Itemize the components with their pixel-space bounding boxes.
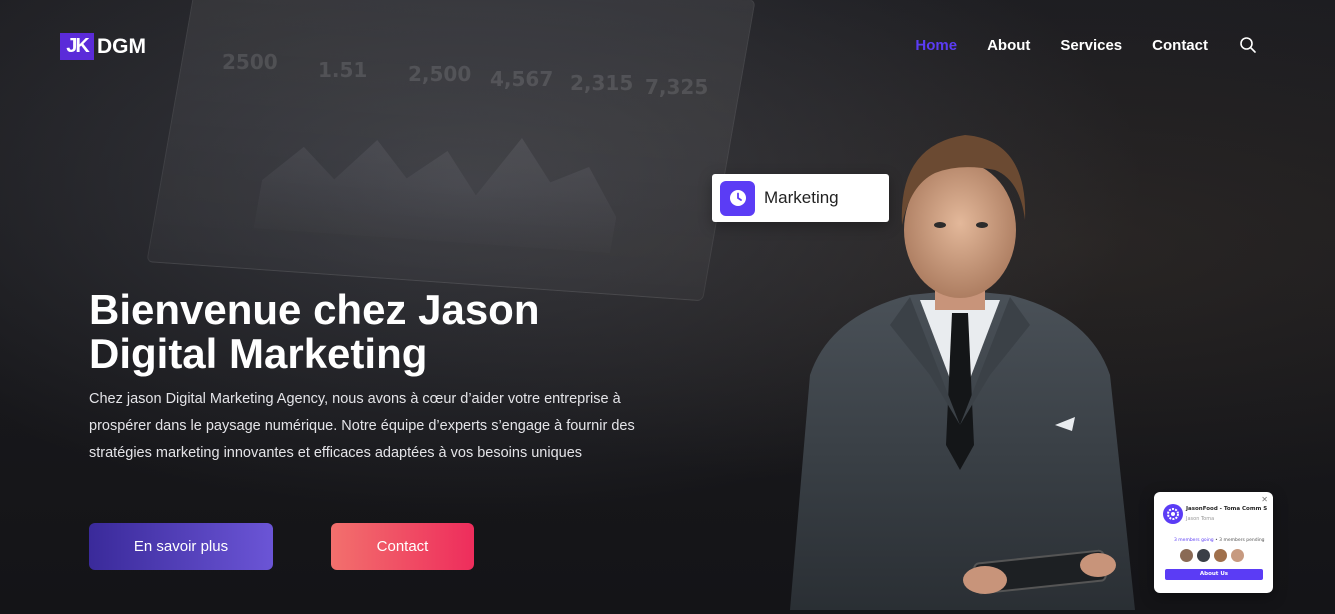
hero-title: Bienvenue chez Jason Digital Marketing (89, 286, 540, 377)
main-nav: Home About Services Contact (915, 36, 1257, 54)
contact-button[interactable]: Contact (331, 523, 474, 570)
card-sub: Jason Toma (1186, 516, 1215, 522)
badge-label: Marketing (764, 188, 839, 207)
nav-contact[interactable]: Contact (1152, 37, 1208, 54)
clock-icon (720, 180, 755, 216)
bg-stat: 4,567 (490, 67, 554, 91)
card-status-pending: • 3 members pending (1213, 538, 1265, 543)
dashboard-chart-shape (254, 108, 631, 253)
nav-services[interactable]: Services (1060, 37, 1122, 54)
avatar (1214, 549, 1227, 562)
brand-logo[interactable]: JK DGM (60, 33, 146, 60)
bg-stat: 2500 (222, 50, 278, 74)
bg-stat: 1.51 (318, 58, 368, 82)
search-icon[interactable] (1239, 36, 1257, 54)
gear-icon (1163, 504, 1183, 524)
avatar (1180, 549, 1193, 562)
group-card: ✕ JasonFood - Toma Comm S Jason Toma 3 m… (1154, 492, 1273, 593)
bg-stat: 2,500 (408, 62, 472, 86)
card-status: 3 members going • 3 members pending (1174, 538, 1265, 543)
avatar (1197, 549, 1210, 562)
nav-about[interactable]: About (987, 37, 1030, 54)
marketing-badge: Marketing (712, 174, 889, 222)
member-avatars (1180, 549, 1244, 562)
bg-stat: 2,315 (570, 71, 634, 95)
hero-description: Chez jason Digital Marketing Agency, nou… (89, 391, 635, 461)
logo-mark: JK (60, 33, 94, 60)
about-us-button[interactable]: About Us (1165, 569, 1263, 580)
laptop-dashboard-image (146, 0, 756, 302)
learn-more-button[interactable]: En savoir plus (89, 523, 273, 570)
bg-stat: 7,325 (645, 75, 709, 99)
close-icon[interactable]: ✕ (1261, 495, 1268, 504)
card-status-going: 3 members going (1174, 538, 1214, 543)
logo-text: DGM (97, 34, 146, 58)
avatar (1231, 549, 1244, 562)
card-name: JasonFood - Toma Comm S (1186, 506, 1268, 512)
nav-home[interactable]: Home (915, 37, 957, 54)
